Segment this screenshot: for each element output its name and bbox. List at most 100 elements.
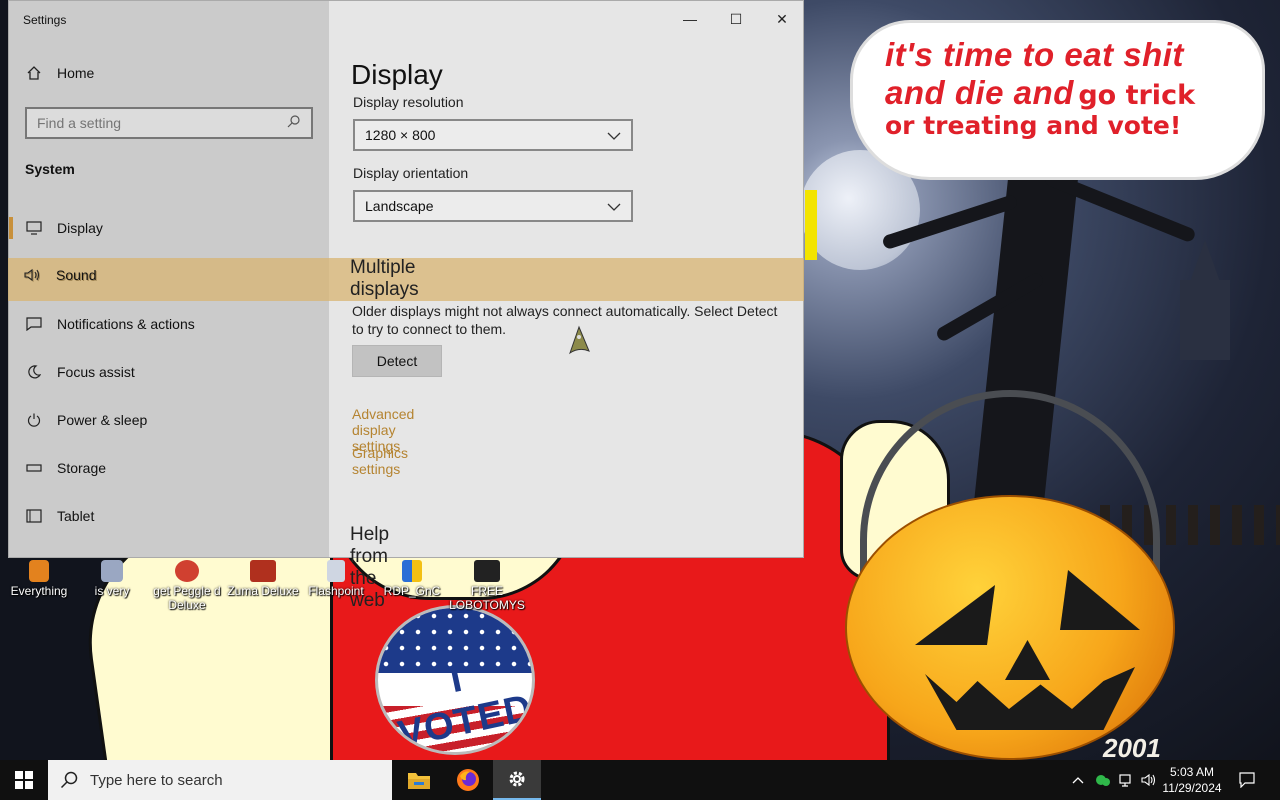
sidebar-item-label: Sound xyxy=(56,267,97,283)
multiple-displays-title: Multiple displays xyxy=(350,257,419,300)
moon-icon xyxy=(25,364,43,380)
tray-app-button[interactable] xyxy=(1092,760,1114,800)
windows-logo-icon xyxy=(15,771,33,789)
speech-line-2b: go trick xyxy=(1078,79,1196,111)
yellow-strip xyxy=(805,190,817,260)
taskbar-firefox[interactable] xyxy=(444,760,492,800)
desktop-icon-peggle[interactable]: get Peggle d Deluxe xyxy=(148,560,226,612)
volume-icon xyxy=(1141,773,1156,787)
minimize-icon: — xyxy=(683,11,697,27)
close-icon: ✕ xyxy=(776,10,788,27)
home-label: Home xyxy=(57,65,95,81)
desktop-icon-label: FREE LOBOTOMYS xyxy=(449,584,525,612)
sidebar-item-label: Storage xyxy=(57,460,107,476)
chevron-down-icon xyxy=(607,127,621,143)
church-spire xyxy=(1190,240,1220,282)
desktop-icon-lobotomys[interactable]: FREE LOBOTOMYS xyxy=(448,560,526,612)
clock-time: 5:03 AM xyxy=(1169,765,1215,779)
chevron-down-icon xyxy=(607,198,621,214)
taskbar-search-box[interactable]: Type here to search xyxy=(48,760,392,800)
find-setting-box[interactable] xyxy=(25,107,313,139)
desktop-icon-zuma[interactable]: Zuma Deluxe xyxy=(224,560,302,598)
flashpoint-icon xyxy=(327,560,345,582)
desktop-icon-everything[interactable]: Everything xyxy=(0,560,78,598)
lobotomys-icon xyxy=(474,560,500,582)
sidebar-item-display[interactable]: Display xyxy=(9,208,329,248)
firefox-icon xyxy=(457,769,479,791)
monitor-icon xyxy=(25,220,43,236)
sidebar-item-label: Display xyxy=(57,220,103,236)
desktop-icon-is-very[interactable]: is very xyxy=(73,560,151,598)
taskbar-clock[interactable]: 5:03 AM 11/29/2024 xyxy=(1160,764,1224,796)
resolution-label: Display resolution xyxy=(353,94,464,110)
show-hidden-icons-button[interactable] xyxy=(1068,760,1088,800)
sidebar-item-label: Tablet xyxy=(57,508,95,524)
speech-line-1: it's time to eat shit xyxy=(885,36,1184,73)
orientation-dropdown[interactable]: Landscape xyxy=(353,190,633,222)
taskbar-settings[interactable] xyxy=(493,760,541,800)
network-button[interactable] xyxy=(1116,760,1138,800)
start-button[interactable] xyxy=(0,760,48,800)
resolution-value: 1280 × 800 xyxy=(365,127,436,143)
sidebar-item-storage[interactable]: Storage xyxy=(9,448,329,488)
search-app-icon xyxy=(29,560,49,582)
speech-text: it's time to eat shit and die and go tri… xyxy=(885,36,1245,141)
sidebar-item-tablet[interactable]: Tablet xyxy=(9,496,329,536)
desktop-icon-label: RDP_GnC xyxy=(383,584,441,598)
taskbar: Type here to search 5:03 AM 11/29/2024 xyxy=(0,760,1280,800)
peggle-icon xyxy=(175,560,199,582)
power-icon xyxy=(25,412,43,428)
maximize-icon: ☐ xyxy=(729,10,743,27)
action-center-button[interactable] xyxy=(1234,760,1260,800)
network-icon xyxy=(1119,774,1131,787)
church-image xyxy=(1180,280,1230,360)
notification-icon xyxy=(1239,772,1255,788)
drive-icon xyxy=(25,460,43,476)
find-setting-input[interactable] xyxy=(37,115,267,131)
i-voted-badge: I VOTED xyxy=(375,605,535,755)
zuma-icon xyxy=(250,560,276,582)
desktop-icon-label: Everything xyxy=(10,584,68,598)
taskbar-file-explorer[interactable] xyxy=(395,760,443,800)
orientation-value: Landscape xyxy=(365,198,434,214)
page-title: Display xyxy=(351,59,443,90)
minimize-button[interactable]: — xyxy=(667,7,713,31)
message-icon xyxy=(25,316,43,332)
year-mark: 2001 xyxy=(1103,733,1161,760)
help-from-web-title: Help from the web xyxy=(350,524,390,611)
maximize-button[interactable]: ☐ xyxy=(713,7,759,31)
orientation-label: Display orientation xyxy=(353,165,469,181)
desktop-icon-label: Zuma Deluxe xyxy=(227,584,299,598)
system-section-label: System xyxy=(25,161,75,177)
close-button[interactable]: ✕ xyxy=(759,7,803,31)
tablet-icon xyxy=(25,508,43,524)
sidebar-item-notifications[interactable]: Notifications & actions xyxy=(9,304,329,344)
desktop-icon-label: get Peggle d Deluxe xyxy=(153,584,221,612)
sidebar-item-label: Power & sleep xyxy=(57,412,148,428)
search-icon xyxy=(287,114,301,133)
sidebar-item-label: Focus assist xyxy=(57,364,135,380)
home-icon xyxy=(25,65,43,81)
file-explorer-icon xyxy=(408,773,430,789)
graphics-settings-link[interactable]: Graphics settings xyxy=(352,445,408,477)
sidebar-item-sound-overlay[interactable]: Sound xyxy=(8,255,328,295)
shield-icon xyxy=(101,560,123,582)
taskbar-search-placeholder: Type here to search xyxy=(90,771,223,789)
clock-date: 11/29/2024 xyxy=(1162,781,1222,795)
speaker-icon xyxy=(24,267,42,283)
sidebar-item-power-sleep[interactable]: Power & sleep xyxy=(9,400,329,440)
desktop-icon-label: is very xyxy=(94,584,130,598)
resolution-dropdown[interactable]: 1280 × 800 xyxy=(353,119,633,151)
rdp-shield-icon xyxy=(402,560,422,582)
detect-button[interactable]: Detect xyxy=(352,345,442,377)
search-icon xyxy=(60,771,78,789)
volume-button[interactable] xyxy=(1138,760,1160,800)
sidebar-item-focus-assist[interactable]: Focus assist xyxy=(9,352,329,392)
window-title: Settings xyxy=(23,13,67,27)
home-nav-item[interactable]: Home xyxy=(25,65,94,81)
chevron-up-icon xyxy=(1072,777,1084,784)
sidebar-item-label: Notifications & actions xyxy=(57,316,195,332)
settings-gear-icon xyxy=(509,771,525,787)
tray-green-app-icon xyxy=(1096,775,1110,786)
custom-cursor-icon xyxy=(569,325,590,355)
